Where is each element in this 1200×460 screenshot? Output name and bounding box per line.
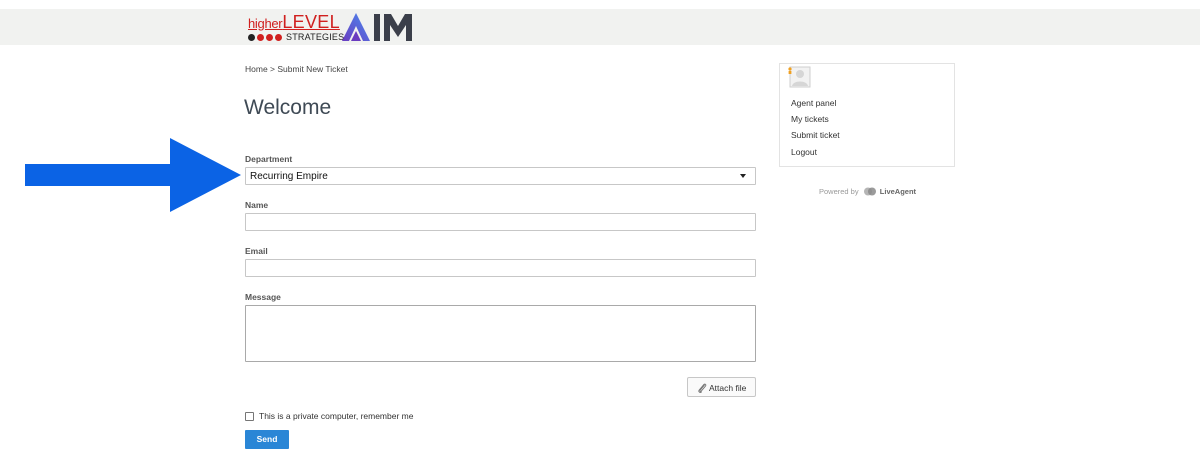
logo-strategies-text: STRATEGIES — [286, 32, 345, 42]
email-label: Email — [245, 246, 268, 256]
name-field[interactable] — [245, 213, 756, 231]
department-selected-value: Recurring Empire — [250, 171, 328, 182]
attach-file-button[interactable]: Attach file — [687, 377, 756, 397]
department-select[interactable]: Recurring Empire — [245, 167, 756, 185]
remember-me-checkbox[interactable] — [245, 412, 254, 421]
logo-higher-text: higher — [248, 16, 283, 31]
logo-dots — [248, 34, 290, 42]
caret-down-icon — [740, 174, 746, 178]
powered-by-text: Powered by — [819, 187, 859, 196]
name-label: Name — [245, 200, 269, 210]
logo-level-text: LEVEL — [282, 12, 340, 32]
powered-by-brand: LiveAgent — [879, 187, 917, 196]
header-bar — [0, 9, 1200, 45]
sidebar-link-submit-ticket[interactable]: Submit ticket — [791, 130, 840, 140]
send-button[interactable]: Send — [245, 430, 289, 449]
page-title: Welcome — [244, 96, 332, 119]
department-label: Department — [245, 154, 293, 164]
aim-logo[interactable] — [342, 13, 420, 41]
powered-by[interactable]: Powered by LiveAgent — [819, 187, 916, 196]
arrow-right-icon — [25, 138, 241, 212]
message-label: Message — [245, 292, 281, 302]
higher-level-logo[interactable]: higherLEVEL STRATEGIES — [248, 12, 344, 42]
avatar-icon[interactable] — [787, 66, 811, 88]
attach-file-label: Attach file — [709, 383, 747, 393]
breadcrumb[interactable]: Home > Submit New Ticket — [245, 64, 348, 74]
email-field[interactable] — [245, 259, 756, 277]
liveagent-logo-icon — [863, 187, 876, 196]
top-spacer — [0, 0, 1200, 9]
remember-me-label[interactable]: This is a private computer, remember me — [259, 411, 413, 421]
paperclip-icon — [698, 383, 707, 393]
message-textarea[interactable] — [245, 305, 756, 362]
sidebar-link-my-tickets[interactable]: My tickets — [791, 114, 829, 124]
sidebar-link-agent-panel[interactable]: Agent panel — [791, 98, 836, 108]
sidebar-link-logout[interactable]: Logout — [791, 147, 817, 157]
